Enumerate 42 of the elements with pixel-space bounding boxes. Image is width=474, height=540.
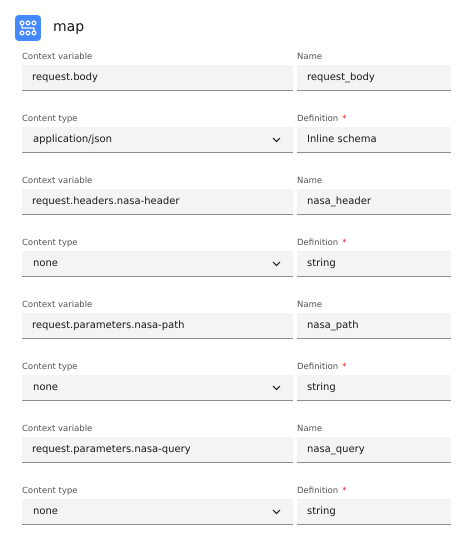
field-label: Definition — [297, 114, 338, 124]
required-mark: * — [342, 362, 346, 372]
field-label: Content type — [22, 362, 78, 372]
select-field[interactable]: application/json — [22, 127, 293, 153]
field-label: Content type — [22, 486, 78, 496]
field-label: Context variable — [22, 300, 92, 310]
field-label: Content type — [22, 238, 78, 248]
input-field[interactable]: Inline schema — [297, 127, 451, 153]
field-label: Name — [297, 300, 322, 310]
input-field[interactable]: request_body — [297, 65, 451, 91]
input-field[interactable]: string — [297, 251, 451, 277]
required-mark: * — [342, 238, 346, 248]
field-label: Context variable — [22, 176, 92, 186]
chevron-down-icon — [272, 260, 281, 266]
select-field[interactable]: none — [22, 251, 293, 277]
field-label: Name — [297, 424, 322, 434]
select-field[interactable]: none — [22, 499, 293, 525]
input-field[interactable]: string — [297, 375, 451, 401]
input-field[interactable]: request.parameters.nasa-query — [22, 437, 293, 463]
field-label: Context variable — [22, 52, 92, 62]
chevron-down-icon — [272, 136, 281, 142]
input-field[interactable]: nasa_path — [297, 313, 451, 339]
field-label: Name — [297, 176, 322, 186]
field-label: Name — [297, 52, 322, 62]
field-label: Definition — [297, 362, 338, 372]
field-label: Definition — [297, 238, 338, 248]
field-label: Definition — [297, 486, 338, 496]
input-field[interactable]: string — [297, 499, 451, 525]
field-label: Context variable — [22, 424, 92, 434]
select-field[interactable]: none — [22, 375, 293, 401]
chevron-down-icon — [272, 384, 281, 390]
input-field[interactable]: nasa_header — [297, 189, 451, 215]
field-label: Content type — [22, 114, 78, 124]
input-field[interactable]: request.parameters.nasa-path — [22, 313, 293, 339]
input-field[interactable]: request.headers.nasa-header — [22, 189, 293, 215]
required-mark: * — [342, 486, 346, 496]
required-mark: * — [342, 114, 346, 124]
input-field[interactable]: nasa_query — [297, 437, 451, 463]
chevron-down-icon — [272, 508, 281, 514]
input-field[interactable]: request.body — [22, 65, 293, 91]
flow-icon — [15, 14, 41, 40]
node-title: map — [53, 18, 84, 37]
